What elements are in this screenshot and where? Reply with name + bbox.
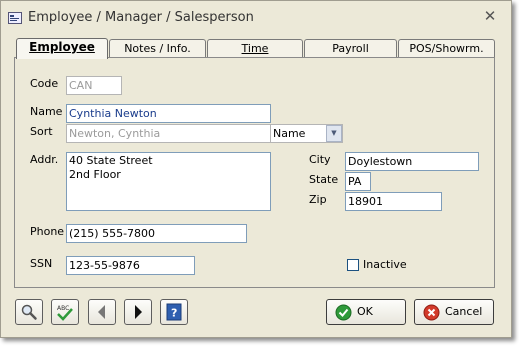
- tab-time[interactable]: Time: [207, 39, 303, 58]
- help-icon: ?: [166, 303, 182, 321]
- svg-text:ABC: ABC: [57, 305, 69, 312]
- tab-pos-showroom[interactable]: POS/Showrm.: [398, 39, 495, 58]
- tab-time-label: Time: [241, 42, 269, 55]
- close-icon[interactable]: ✕: [482, 7, 498, 25]
- employee-dialog: Employee / Manager / Salesperson ✕ Emplo…: [0, 0, 512, 338]
- spellcheck-icon: ABC: [57, 305, 73, 321]
- tab-employee-label: Employee: [29, 40, 95, 54]
- previous-icon: [98, 305, 105, 319]
- cancel-button[interactable]: Cancel: [414, 299, 494, 325]
- ok-button[interactable]: OK: [326, 299, 406, 325]
- tab-employee[interactable]: Employee: [16, 38, 108, 59]
- phone-field[interactable]: (215) 555-7800: [66, 224, 247, 243]
- zip-field[interactable]: 18901: [345, 192, 442, 211]
- next-button[interactable]: [124, 299, 152, 325]
- tab-payroll[interactable]: Payroll: [304, 39, 397, 58]
- previous-button[interactable]: [88, 299, 116, 325]
- ok-check-icon: [335, 304, 352, 321]
- state-field[interactable]: PA: [345, 172, 371, 191]
- sort-field[interactable]: Newton, Cynthia: [66, 124, 271, 143]
- svg-text:?: ?: [171, 307, 177, 320]
- state-label: State: [309, 173, 339, 186]
- name-label: Name: [30, 105, 63, 118]
- inactive-checkbox[interactable]: [347, 259, 359, 271]
- tab-notes-info-label: Notes / Info.: [124, 42, 191, 55]
- address-field[interactable]: 40 State Street 2nd Floor: [66, 152, 271, 211]
- tab-pos-showroom-label: POS/Showrm.: [409, 42, 484, 55]
- code-field[interactable]: CAN: [66, 76, 122, 95]
- sort-label: Sort: [30, 125, 53, 138]
- city-label: City: [309, 153, 331, 166]
- cancel-label: Cancel: [445, 305, 483, 318]
- sort-by-value: Name: [273, 127, 306, 140]
- tab-payroll-label: Payroll: [332, 42, 369, 55]
- ssn-field[interactable]: 123-55-9876: [66, 256, 195, 275]
- tab-notes-info[interactable]: Notes / Info.: [109, 39, 206, 58]
- phone-label: Phone: [30, 225, 65, 238]
- search-button[interactable]: [15, 299, 43, 325]
- app-icon: [8, 12, 22, 24]
- cancel-x-icon: [423, 304, 440, 321]
- chevron-down-icon[interactable]: ▼: [326, 125, 342, 142]
- search-icon: [21, 304, 37, 320]
- name-field[interactable]: Cynthia Newton: [66, 104, 271, 123]
- spellcheck-button[interactable]: ABC: [51, 299, 79, 325]
- zip-label: Zip: [309, 193, 327, 206]
- inactive-label: Inactive: [363, 258, 407, 271]
- employee-panel: Code CAN Name Cynthia Newton Sort Newton…: [14, 57, 495, 288]
- title-bar: Employee / Manager / Salesperson ✕: [1, 1, 511, 33]
- ssn-label: SSN: [30, 257, 53, 270]
- next-icon: [135, 305, 142, 319]
- address-label: Addr.: [30, 153, 59, 166]
- ok-label: OK: [357, 305, 373, 318]
- help-button[interactable]: ?: [160, 299, 188, 325]
- window-title: Employee / Manager / Salesperson: [28, 10, 254, 25]
- city-field[interactable]: Doylestown: [345, 152, 479, 171]
- code-label: Code: [30, 77, 59, 90]
